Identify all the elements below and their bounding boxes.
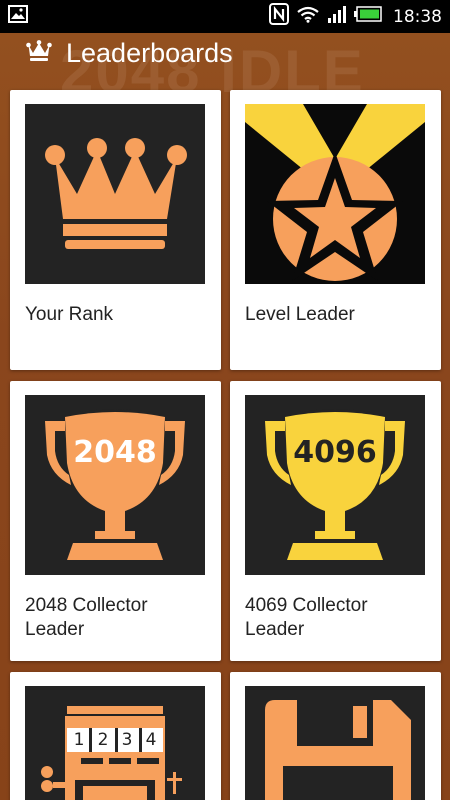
trophy-text: 2048 [73,435,157,470]
crown-icon [45,138,187,249]
slot-reel-number: 3 [121,730,133,750]
nfc-icon [269,3,289,30]
floppy-disk-icon [265,700,411,800]
slot-reel-number: 1 [73,730,85,750]
app-background: 2048 IDLE Leaderboards Your Rank Level L… [0,33,450,800]
star-medal-icon [245,104,425,281]
leaderboard-label: Your Rank [25,304,114,325]
leaderboard-label: 2048 Collector Leader [25,595,148,640]
slot-reels: 1 2 3 4 [67,728,163,752]
trophy-icon: 2048 [45,409,185,560]
leaderboard-tile-level-leader[interactable]: Level Leader [230,90,441,370]
leaderboard-image [245,104,425,284]
battery-icon [354,6,382,27]
status-bar: 18:38 [0,0,450,33]
picture-icon [8,5,28,28]
status-time: 18:38 [393,6,442,27]
leaderboard-image: 2048 [25,395,205,575]
signal-icon [327,5,347,28]
leaderboard-tile-floppy-disk[interactable] [230,672,441,800]
slot-reel-number: 4 [145,730,157,750]
leaderboard-tile-4096-collector[interactable]: 4096 4069 Collector Leader [230,381,441,661]
page-title: Leaderboards [66,37,233,68]
leaderboard-tile-2048-collector[interactable]: 2048 2048 Collector Leader [10,381,221,661]
action-bar: Leaderboards [0,33,450,73]
crown-icon[interactable] [26,39,52,67]
leaderboard-image: 1 2 3 4 [25,686,205,800]
slot-reel-number: 2 [97,730,109,750]
leaderboard-label: 4069 Collector Leader [245,595,368,640]
leaderboard-tile-slot-machine[interactable]: 1 2 3 4 [10,672,221,800]
trophy-icon: 4096 [265,409,405,560]
leaderboard-image [245,686,425,800]
wifi-icon [296,5,320,28]
leaderboard-image: 4096 [245,395,425,575]
trophy-text: 4096 [293,435,377,470]
leaderboard-tile-your-rank[interactable]: Your Rank [10,90,221,370]
leaderboard-image [25,104,205,284]
leaderboard-label: Level Leader [245,304,355,325]
